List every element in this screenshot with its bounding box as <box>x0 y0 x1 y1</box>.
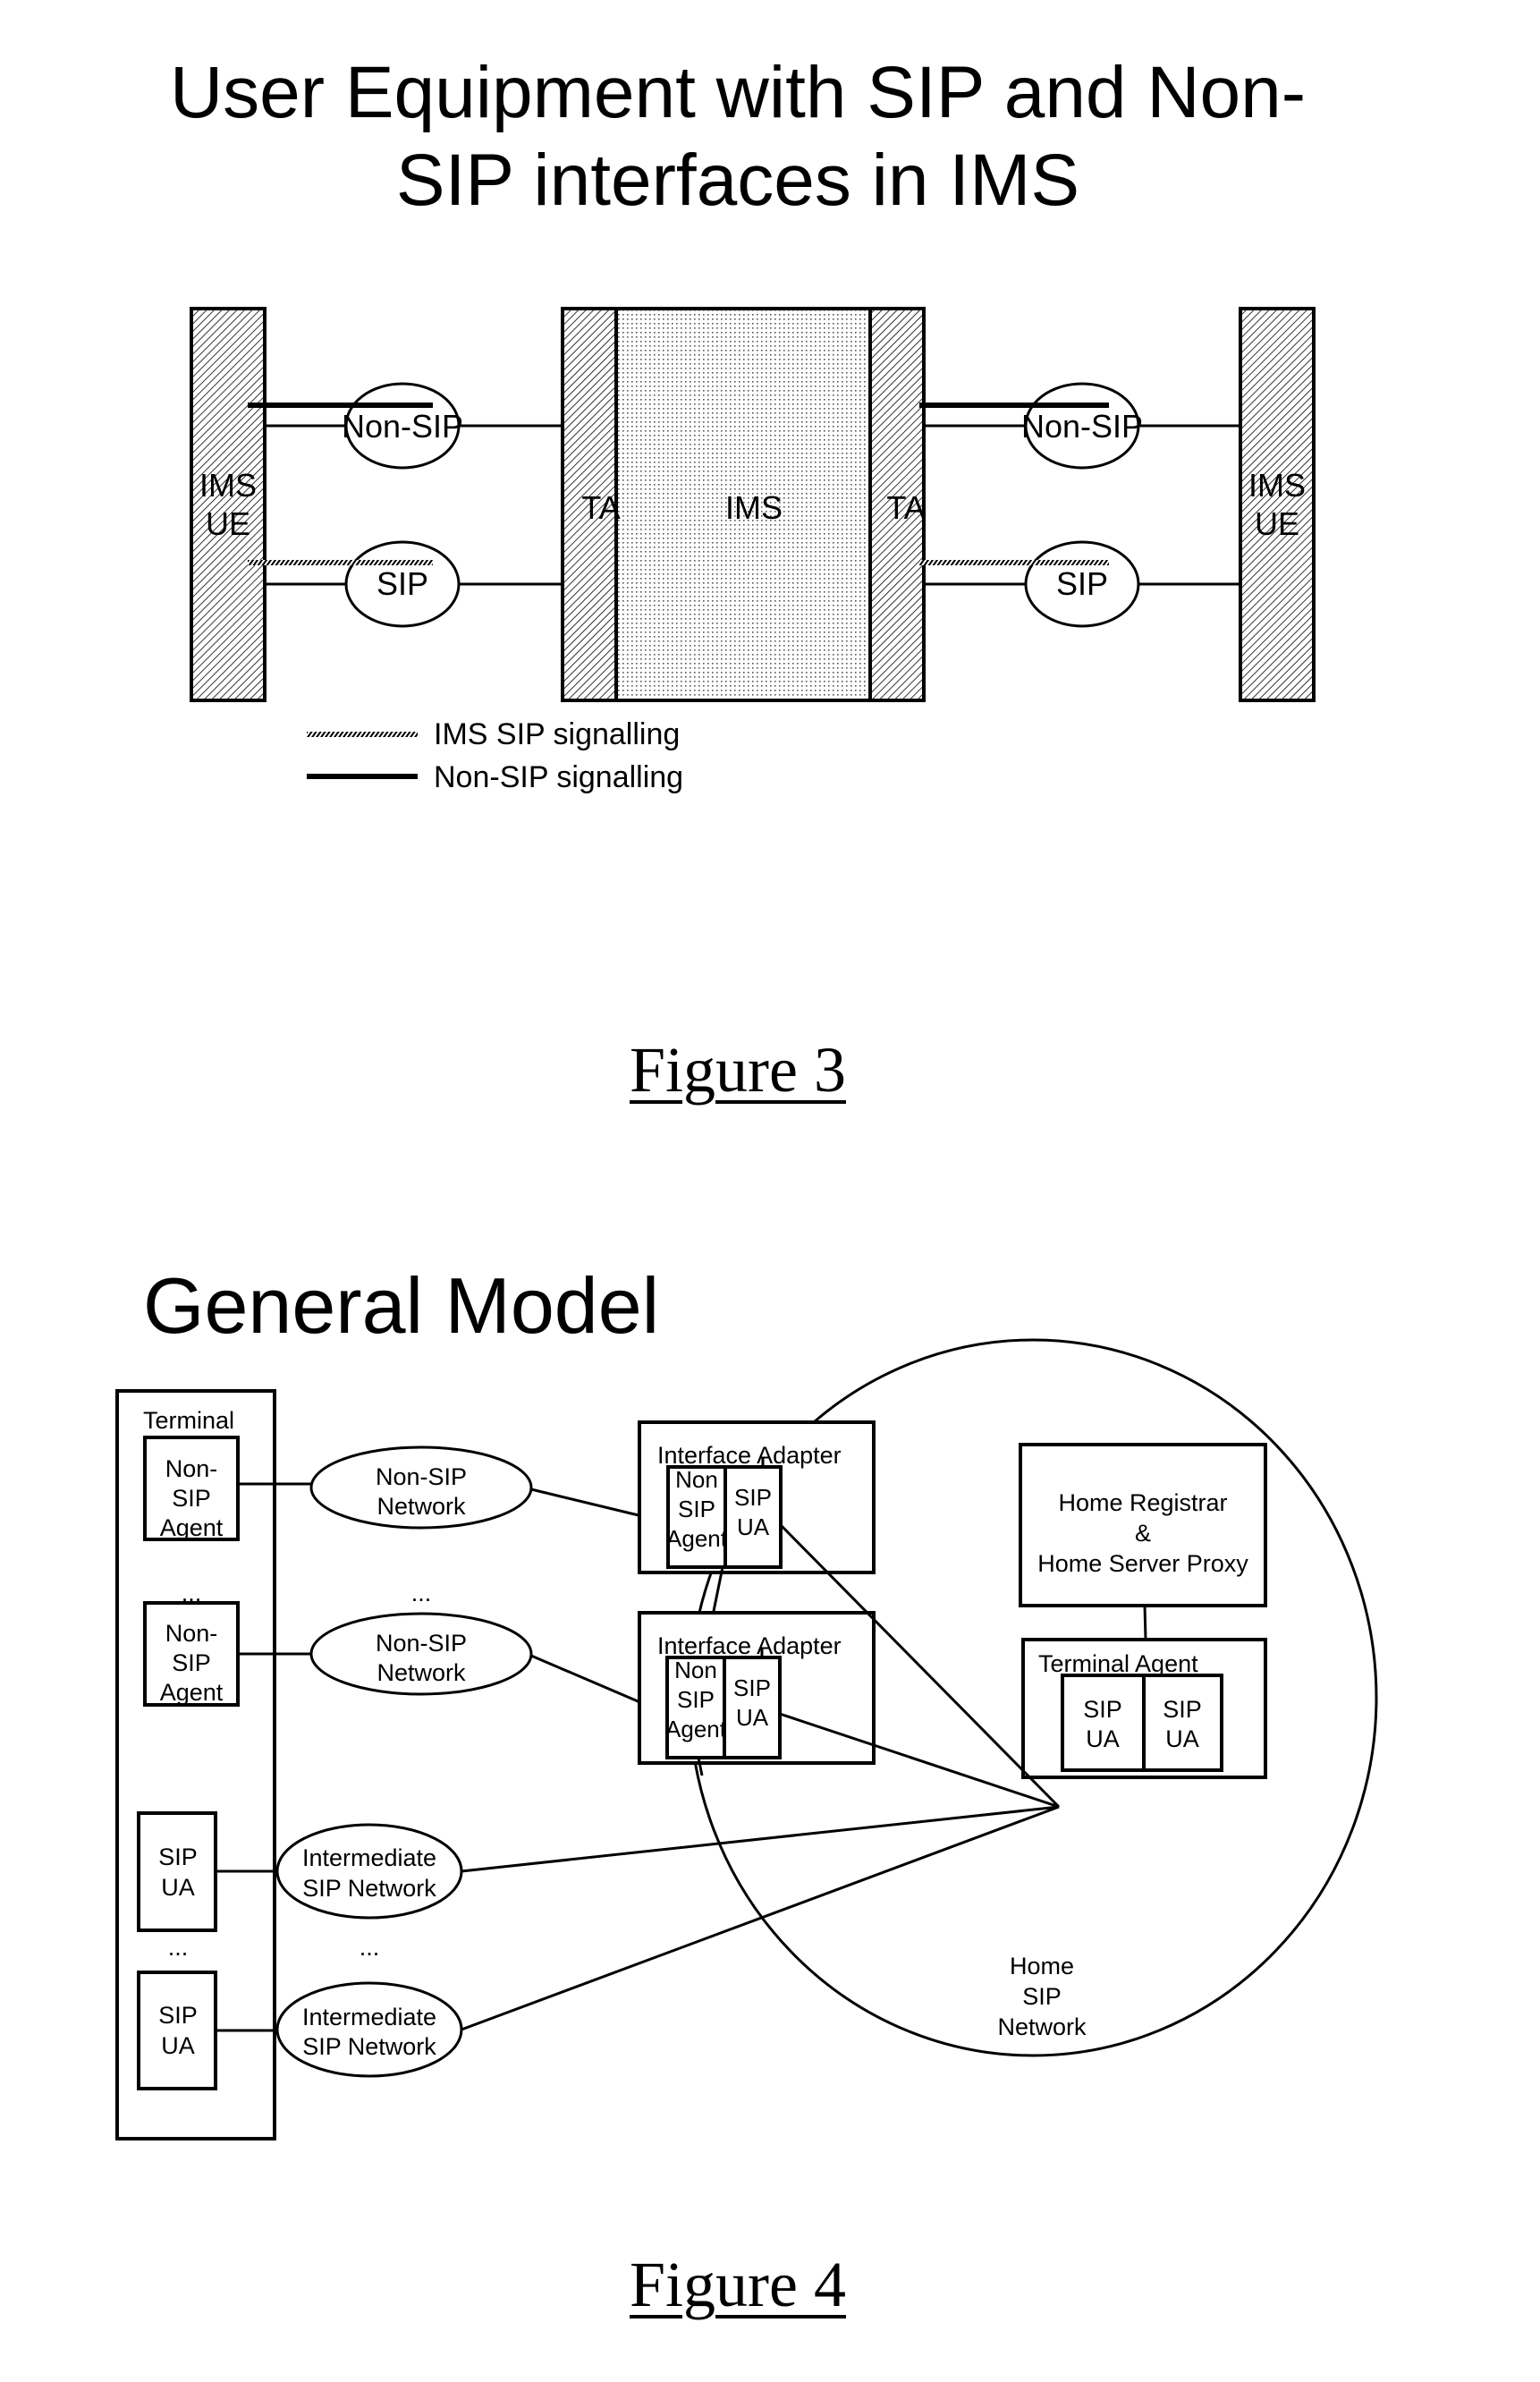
svg-text:SIP: SIP <box>1163 1696 1202 1723</box>
svg-text:SIP Network: SIP Network <box>302 1875 436 1902</box>
figure3-caption: Figure 3 <box>630 1034 846 1106</box>
legend-ims-sip-label: IMS SIP signalling <box>434 717 680 751</box>
svg-text:UA: UA <box>736 1704 769 1731</box>
right-nonsip-link: Non-SIP <box>919 382 1240 470</box>
svg-text:UA: UA <box>1165 1725 1199 1752</box>
svg-text:SIP: SIP <box>733 1674 771 1701</box>
svg-text:Network: Network <box>377 1659 466 1686</box>
left-nonsip-cloud-label: Non-SIP <box>342 408 463 445</box>
right-sip-cloud-label: SIP <box>1056 565 1108 602</box>
svg-text:SIP: SIP <box>158 1844 198 1870</box>
svg-text:Home Registrar: Home Registrar <box>1058 1489 1227 1516</box>
legend-hatched-swatch <box>307 732 418 737</box>
svg-text:SIP: SIP <box>734 1484 772 1511</box>
figure3-legend: IMS SIP signalling Non-SIP signalling <box>307 717 683 794</box>
right-ta-label: TA <box>886 489 925 526</box>
svg-text:Agent: Agent <box>665 1716 727 1742</box>
svg-text:Interface Adapter: Interface Adapter <box>657 1442 842 1469</box>
svg-text:Non: Non <box>674 1657 717 1683</box>
left-sip-cloud-label: SIP <box>377 565 428 602</box>
svg-text:&: & <box>1135 1520 1151 1547</box>
terminal-agent-box: Terminal Agent SIP UA SIP UA <box>1021 1638 1267 1779</box>
svg-text:SIP: SIP <box>1083 1696 1122 1723</box>
right-ims-ue-line2: UE <box>1255 505 1299 542</box>
svg-text:Non: Non <box>675 1466 718 1493</box>
svg-text:Home Server Proxy: Home Server Proxy <box>1037 1550 1248 1577</box>
svg-text:Interface Adapter: Interface Adapter <box>657 1632 842 1659</box>
network-ellipsis-1: ... <box>411 1580 432 1606</box>
svg-text:Network: Network <box>377 1493 466 1520</box>
right-nonsip-cloud-label: Non-SIP <box>1021 408 1143 445</box>
svg-text:SIP: SIP <box>172 1485 211 1512</box>
svg-text:SIP: SIP <box>158 2002 198 2029</box>
terminal-sip-ua-1: SIP UA <box>137 1811 217 1932</box>
svg-text:Non-SIP: Non-SIP <box>376 1630 467 1657</box>
svg-text:Non-: Non- <box>165 1620 218 1647</box>
left-ims-ue-line1: IMS <box>199 467 257 504</box>
figure4-diagram: Home SIP Network Terminal Non- SIP Agent… <box>115 1338 1378 2140</box>
home-network-line2: SIP <box>1022 1983 1062 2010</box>
intermediate-sip-network-2: Intermediate SIP Network <box>275 1981 463 2078</box>
terminal-container: Terminal Non- SIP Agent ... Non- SIP Age… <box>115 1389 276 2140</box>
home-network-line3: Network <box>997 2013 1087 2040</box>
svg-text:SIP Network: SIP Network <box>302 2033 436 2060</box>
interface-adapter-2: Interface Adapter Non SIP Agent SIP UA <box>638 1611 876 1765</box>
left-nonsip-link: Non-SIP <box>248 382 563 470</box>
left-ims-ue-block: IMS UE <box>190 307 267 702</box>
intermediate-sip-network-1: Intermediate SIP Network <box>275 1823 463 1920</box>
svg-text:SIP: SIP <box>677 1686 715 1713</box>
right-ims-ue-block: IMS UE <box>1239 307 1316 702</box>
svg-text:UA: UA <box>161 1874 195 1901</box>
nonsip-network-2: Non-SIP Network <box>309 1612 533 1696</box>
home-network-line1: Home <box>1010 1953 1074 1979</box>
svg-text:UA: UA <box>161 2032 195 2059</box>
left-ims-ue-line2: UE <box>206 505 250 542</box>
svg-text:Non-: Non- <box>165 1455 218 1482</box>
svg-text:UA: UA <box>1086 1725 1120 1752</box>
svg-text:Intermediate: Intermediate <box>302 1844 436 1871</box>
left-ta-label: TA <box>581 489 620 526</box>
svg-text:UA: UA <box>737 1513 770 1540</box>
svg-text:Agent: Agent <box>160 1679 224 1706</box>
ims-core-block: TA IMS TA <box>561 307 926 702</box>
interface-adapter-1: Interface Adapter Non SIP Agent SIP UA <box>638 1420 876 1574</box>
network-ellipsis-2: ... <box>360 1934 380 1961</box>
svg-text:Non-SIP: Non-SIP <box>376 1463 467 1490</box>
svg-text:Intermediate: Intermediate <box>302 2004 436 2030</box>
svg-text:SIP: SIP <box>678 1496 715 1522</box>
svg-text:SIP: SIP <box>172 1649 211 1676</box>
diagram-canvas: IMS UE TA IMS TA IMS UE Non-SIP SIP Non-… <box>115 307 1378 2140</box>
svg-text:Agent: Agent <box>160 1514 224 1541</box>
figure3-diagram: IMS UE TA IMS TA IMS UE Non-SIP SIP Non-… <box>190 307 1316 794</box>
terminal-nonsip-agent-1: Non- SIP Agent <box>143 1436 240 1541</box>
terminal-sip-ua-2: SIP UA <box>137 1971 217 2090</box>
svg-text:Agent: Agent <box>666 1525 728 1552</box>
figure4-caption: Figure 4 <box>630 2249 846 2320</box>
terminal-nonsip-agent-2: Non- SIP Agent <box>143 1601 240 1707</box>
figure4-title: General Model <box>143 1261 660 1350</box>
home-registrar-box: Home Registrar & Home Server Proxy <box>1019 1443 1267 1607</box>
svg-text:Terminal Agent: Terminal Agent <box>1038 1650 1198 1677</box>
nonsip-network-1: Non-SIP Network <box>309 1445 533 1530</box>
ims-core-label: IMS <box>725 489 783 526</box>
right-sip-link: SIP <box>919 540 1240 628</box>
left-sip-link: SIP <box>248 540 563 628</box>
terminal-ellipsis-2: ... <box>168 1934 189 1961</box>
legend-nonsip-label: Non-SIP signalling <box>434 760 683 794</box>
terminal-label: Terminal <box>143 1407 234 1434</box>
right-ims-ue-line1: IMS <box>1248 467 1306 504</box>
